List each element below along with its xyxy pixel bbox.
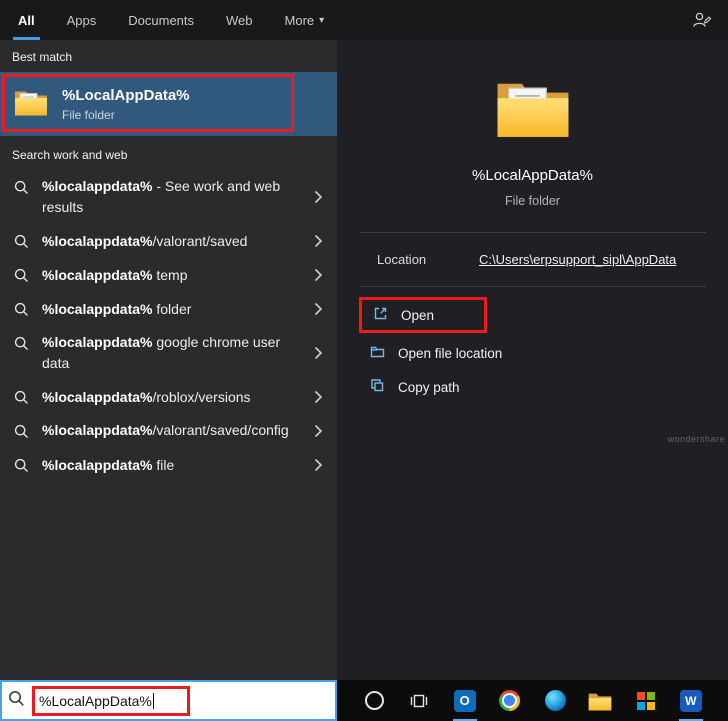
open-file-location-label: Open file location (398, 345, 503, 361)
search-work-web-header: Search work and web (12, 148, 128, 162)
search-icon (14, 424, 29, 439)
search-icon (14, 180, 29, 195)
suggestion-row[interactable]: %localappdata% google chrome user data (0, 326, 337, 380)
location-link[interactable]: C:\Users\erpsupport_sipl\AppData (479, 252, 676, 267)
open-action-label: Open (401, 307, 435, 323)
open-icon (372, 305, 389, 325)
location-row: Location C:\Users\erpsupport_sipl\AppDat… (359, 233, 706, 286)
taskbar: %LocalAppData% O W (0, 680, 728, 721)
copy-path-label: Copy path (398, 379, 460, 395)
search-icon (14, 268, 29, 283)
location-label: Location (377, 252, 427, 267)
chevron-right-icon[interactable] (308, 386, 329, 408)
open-file-location-action[interactable]: Open file location (359, 336, 706, 370)
suggestion-row[interactable]: %localappdata% - See work and web result… (0, 170, 337, 224)
search-icon (14, 390, 29, 405)
watermark: wondershare (667, 434, 725, 444)
open-action[interactable]: Open (359, 297, 487, 333)
chevron-right-icon[interactable] (308, 298, 329, 320)
best-match-title: %LocalAppData% (62, 86, 190, 104)
best-match-subtitle: File folder (62, 107, 115, 122)
search-icon (14, 234, 29, 249)
suggestion-row[interactable]: %localappdata%/valorant/saved/config (0, 414, 337, 448)
chrome-icon[interactable] (494, 680, 526, 721)
search-icon (14, 458, 29, 473)
tab-more[interactable]: More ▾ (283, 0, 327, 40)
annotation-box-search-text: %LocalAppData% (32, 685, 190, 716)
chevron-right-icon[interactable] (308, 342, 329, 364)
search-query-text: %LocalAppData% (39, 692, 152, 709)
preview-panel: %LocalAppData% File folder Location C:\U… (337, 40, 728, 680)
outlook-icon[interactable]: O (449, 680, 481, 721)
open-file-location-icon (369, 343, 386, 363)
preview-title: %LocalAppData% (472, 167, 593, 184)
best-match-header: Best match (12, 50, 73, 64)
copy-path-icon (369, 377, 386, 397)
chevron-down-icon: ▾ (319, 14, 325, 26)
preview-subtitle: File folder (505, 194, 560, 208)
chevron-right-icon[interactable] (308, 420, 329, 442)
search-results-area: Best match %LocalAppData% File folder Se… (0, 40, 728, 680)
task-view-icon[interactable] (403, 680, 435, 721)
file-explorer-icon[interactable] (584, 680, 616, 721)
copy-path-action[interactable]: Copy path (359, 370, 706, 404)
taskbar-icons: O W (337, 680, 728, 721)
search-icon (8, 690, 25, 712)
suggestion-row[interactable]: %localappdata% temp (0, 258, 337, 292)
windows-search-flyout: All Apps Documents Web More ▾ Best match (0, 0, 728, 721)
microsoft-logo-icon[interactable] (630, 680, 662, 721)
tab-documents[interactable]: Documents (126, 0, 196, 40)
feedback-icon[interactable] (692, 11, 712, 29)
suggestion-row[interactable]: %localappdata% folder (0, 292, 337, 326)
cortana-icon[interactable] (358, 680, 390, 721)
folder-icon (495, 76, 571, 143)
suggestion-row[interactable]: %localappdata%/valorant/saved (0, 224, 337, 258)
chevron-right-icon[interactable] (308, 186, 329, 208)
action-list: Open Open file location Copy path (359, 287, 706, 404)
folder-icon (14, 88, 48, 121)
tab-all[interactable]: All (13, 0, 40, 40)
best-match-item[interactable]: %LocalAppData% File folder (0, 72, 337, 136)
chevron-right-icon[interactable] (308, 454, 329, 476)
search-icon (14, 336, 29, 351)
suggestion-row[interactable]: %localappdata%/roblox/versions (0, 380, 337, 414)
edge-icon[interactable] (539, 680, 571, 721)
tab-web[interactable]: Web (224, 0, 255, 40)
chevron-right-icon[interactable] (308, 264, 329, 286)
results-panel: Best match %LocalAppData% File folder Se… (0, 40, 337, 680)
chevron-right-icon[interactable] (308, 230, 329, 252)
tab-apps[interactable]: Apps (65, 0, 99, 40)
search-tab-bar: All Apps Documents Web More ▾ (0, 0, 728, 40)
suggestion-row[interactable]: %localappdata% file (0, 448, 337, 482)
word-icon[interactable]: W (675, 680, 707, 721)
search-icon (14, 302, 29, 317)
taskbar-search-input[interactable]: %LocalAppData% (0, 680, 337, 721)
text-cursor (152, 692, 154, 709)
